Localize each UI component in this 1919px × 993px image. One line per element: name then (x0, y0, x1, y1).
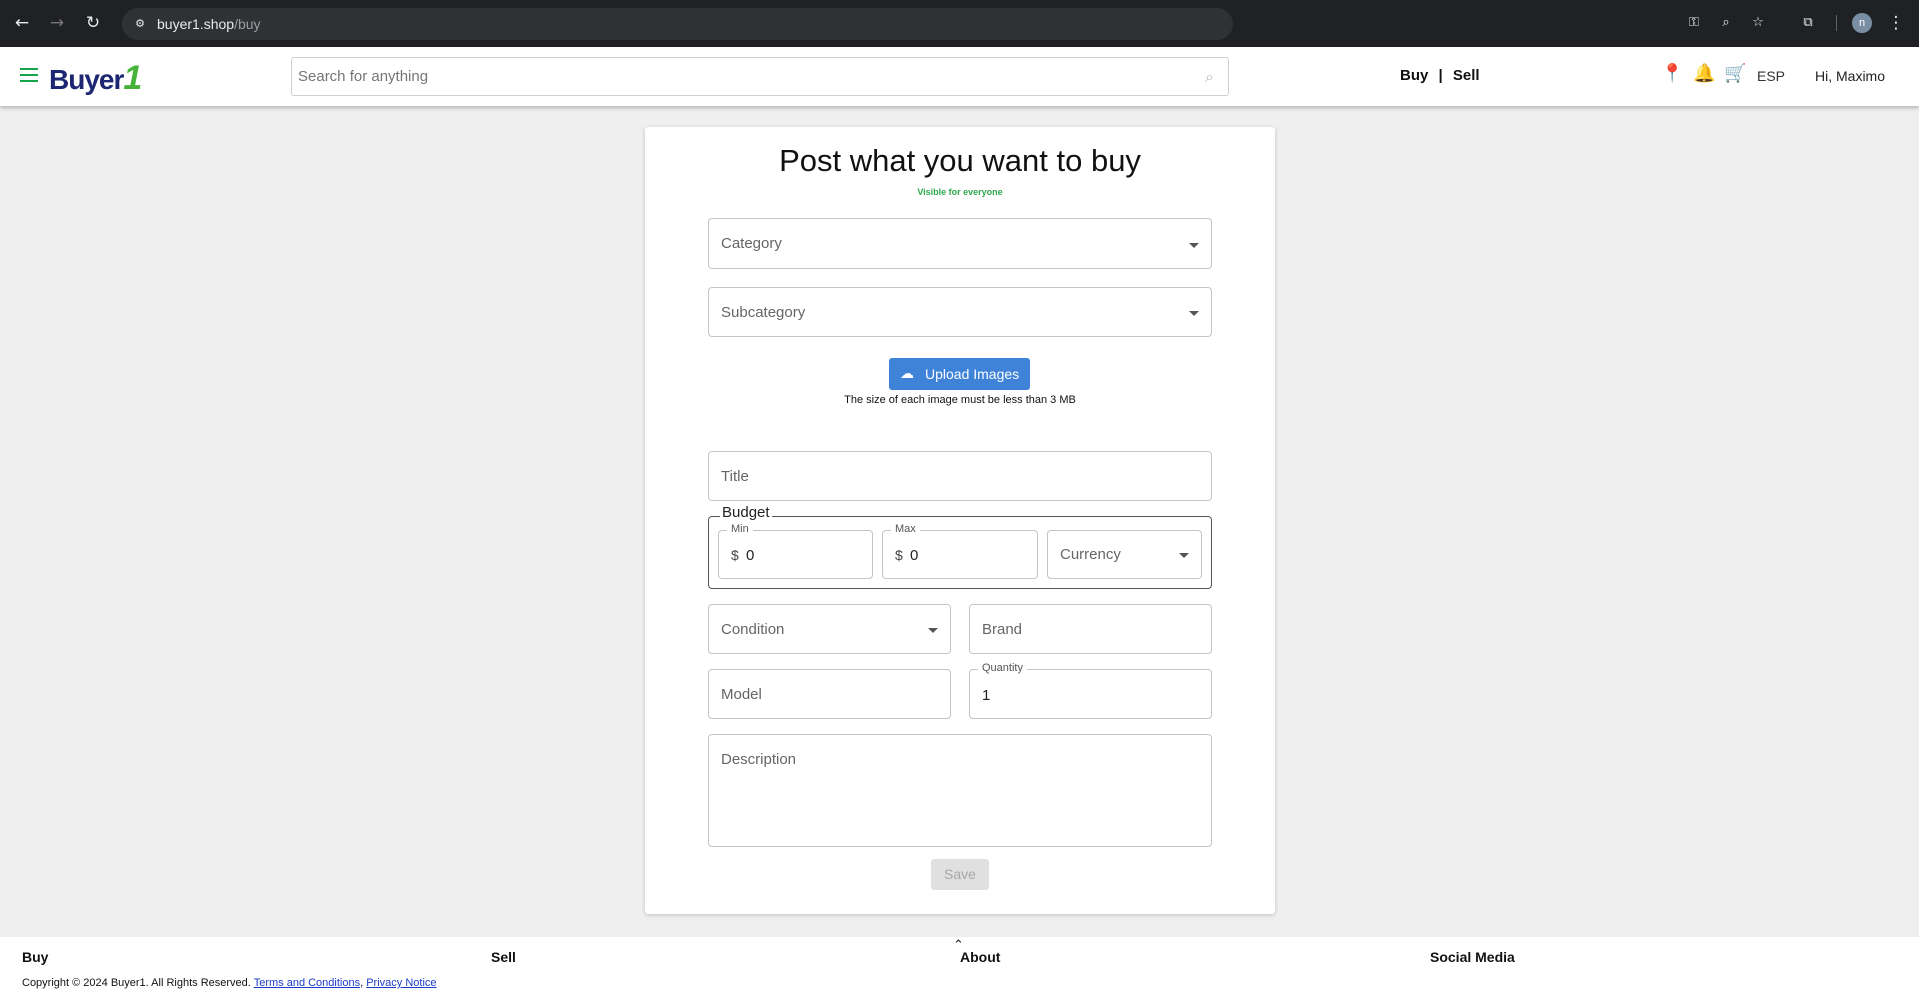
upload-size-note: The size of each image must be less than… (844, 394, 1076, 406)
address-url: buyer1.shop/buy (157, 16, 261, 32)
notifications-bell-icon[interactable]: 🔔 (1693, 64, 1715, 84)
max-label: Max (891, 523, 920, 535)
cloud-upload-icon: ☁ (900, 366, 914, 382)
site-settings-icon[interactable]: ⚙ (132, 16, 148, 32)
forward-arrow-icon[interactable]: → (47, 13, 67, 33)
quantity-input[interactable]: Quantity 1 (969, 662, 1212, 719)
user-greeting[interactable]: Hi, Maximo (1815, 68, 1885, 84)
brand-input[interactable]: Brand (969, 604, 1212, 654)
min-value: 0 (746, 547, 755, 564)
subcategory-select[interactable]: Subcategory (708, 287, 1212, 337)
buy-link[interactable]: Buy (1400, 67, 1428, 84)
brand-placeholder: Brand (982, 621, 1023, 638)
key-icon[interactable]: ⚿ (1686, 15, 1702, 31)
page-title: Post what you want to buy (779, 143, 1141, 178)
menu-icon[interactable] (20, 68, 38, 82)
address-bar[interactable]: ⚙ buyer1.shop/buy (122, 8, 1233, 40)
quantity-label: Quantity (978, 662, 1027, 674)
visibility-note: Visible for everyone (917, 187, 1003, 197)
copyright-text: Copyright © 2024 Buyer1. All Rights Rese… (22, 977, 251, 989)
model-placeholder: Model (721, 686, 762, 703)
currency-select[interactable]: Currency (1047, 530, 1202, 579)
bookmark-star-icon[interactable]: ☆ (1750, 15, 1766, 31)
profile-avatar[interactable]: n (1852, 13, 1872, 33)
search-box: ⌕ (291, 57, 1229, 96)
site-footer: ⌃ Buy Sell About Social Media Copyright … (0, 937, 1919, 993)
footer-col-social[interactable]: Social Media (1430, 949, 1515, 965)
buyer1-logo[interactable]: Buyer1 (49, 59, 142, 98)
dropdown-arrow-icon (1179, 553, 1189, 558)
description-textarea[interactable]: Description (708, 734, 1212, 847)
app-header: Buyer1 ⌕ Buy | Sell 📍 🔔 🛒 ESP Hi, Maximo (0, 47, 1919, 106)
budget-min-input[interactable]: Min $ 0 (718, 523, 873, 579)
save-button[interactable]: Save (931, 859, 989, 890)
min-label: Min (727, 523, 753, 535)
copyright-line: Copyright © 2024 Buyer1. All Rights Rese… (22, 977, 437, 989)
post-buy-form: Post what you want to buy Visible for ev… (645, 127, 1275, 914)
dropdown-arrow-icon (928, 628, 938, 633)
budget-legend: Budget (720, 504, 772, 521)
sell-link[interactable]: Sell (1453, 67, 1480, 84)
search-icon[interactable]: ⌕ (1205, 67, 1214, 87)
nav-separator: | (1438, 67, 1443, 84)
dropdown-arrow-icon (1189, 311, 1199, 316)
description-placeholder: Description (721, 751, 797, 768)
extensions-icon[interactable]: ⧉ (1800, 15, 1816, 31)
toolbar-divider (1836, 15, 1837, 31)
footer-col-buy[interactable]: Buy (22, 949, 48, 965)
dropdown-arrow-icon (1189, 243, 1199, 248)
budget-max-input[interactable]: Max $ 0 (882, 523, 1038, 579)
upload-images-button[interactable]: ☁ Upload Images (889, 358, 1030, 390)
browser-chrome: ← → ↻ ⚙ buyer1.shop/buy ⚿ ⌕ ☆ ⧉ n ⋮ (0, 0, 1919, 47)
zoom-icon[interactable]: ⌕ (1718, 15, 1734, 31)
currency-placeholder: Currency (1060, 546, 1121, 563)
back-arrow-icon[interactable]: ← (12, 13, 32, 33)
search-input[interactable] (292, 58, 1172, 95)
comma: , (360, 977, 364, 989)
condition-placeholder: Condition (721, 621, 785, 638)
upload-label: Upload Images (925, 366, 1020, 382)
dollar-prefix: $ (731, 547, 739, 563)
condition-select[interactable]: Condition (708, 604, 951, 654)
dollar-prefix: $ (895, 547, 903, 563)
model-input[interactable]: Model (708, 669, 951, 719)
title-placeholder: Title (721, 468, 749, 485)
buy-sell-nav: Buy | Sell (1400, 67, 1480, 84)
more-menu-icon[interactable]: ⋮ (1886, 13, 1906, 33)
subcategory-placeholder: Subcategory (721, 304, 806, 321)
category-placeholder: Category (721, 235, 782, 252)
footer-col-about[interactable]: About (960, 949, 1000, 965)
quantity-value: 1 (982, 687, 991, 704)
location-pin-icon[interactable]: 📍 (1661, 64, 1683, 84)
language-switch[interactable]: ESP (1757, 68, 1785, 84)
terms-link[interactable]: Terms and Conditions (254, 977, 360, 989)
footer-col-sell[interactable]: Sell (491, 949, 516, 965)
title-input[interactable]: Title (708, 451, 1212, 501)
max-value: 0 (910, 547, 919, 564)
cart-icon[interactable]: 🛒 (1724, 64, 1746, 84)
category-select[interactable]: Category (708, 218, 1212, 269)
privacy-link[interactable]: Privacy Notice (366, 977, 436, 989)
reload-icon[interactable]: ↻ (83, 13, 103, 33)
